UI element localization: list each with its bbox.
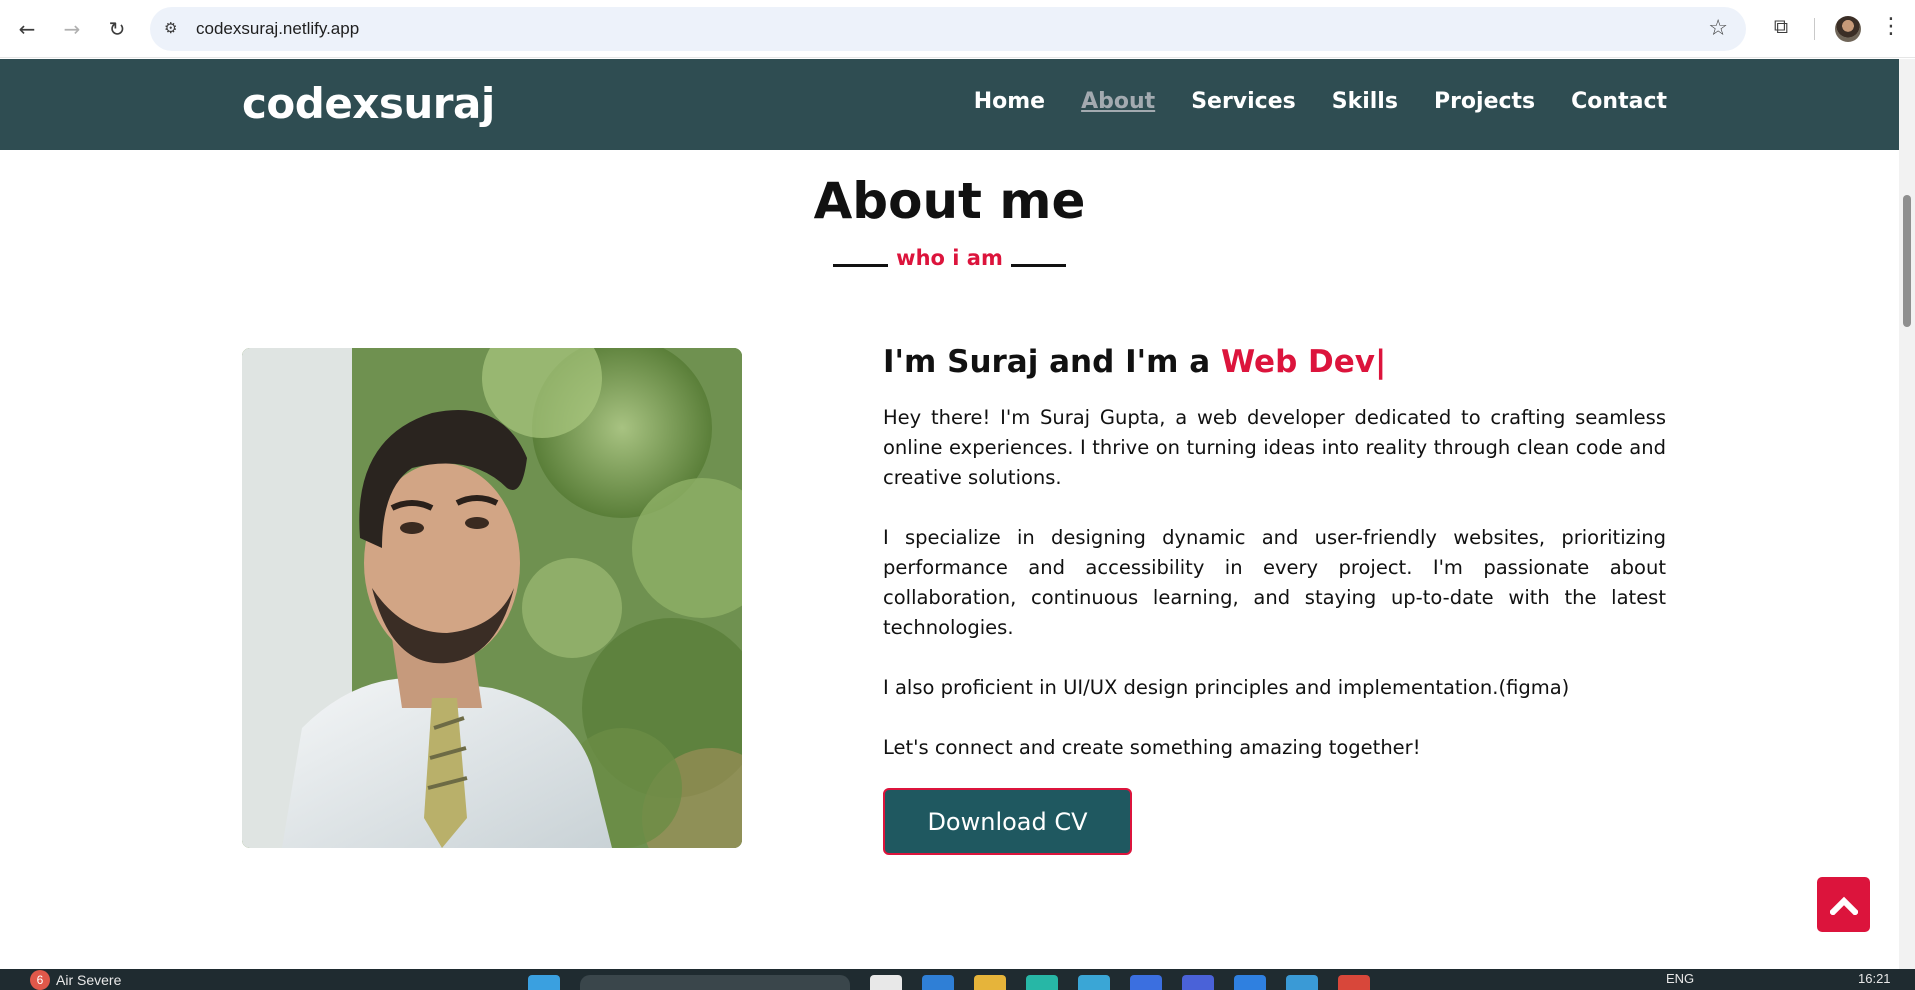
section-subtitle: who i am <box>0 246 1899 270</box>
taskbar-search[interactable] <box>580 975 850 990</box>
intro-heading: I'm Suraj and I'm a Web Dev| <box>883 344 1386 380</box>
extensions-icon[interactable]: ⧉ <box>1766 14 1796 44</box>
nav-projects[interactable]: Projects <box>1434 89 1535 114</box>
about-paragraph-3: I also proficient in UI/UX design princi… <box>883 676 1570 699</box>
profile-photo <box>242 348 742 848</box>
browser-toolbar: ← → ↻ ⚙ codexsuraj.netlify.app ☆ ⧉ ⋮ <box>0 0 1915 58</box>
section-title: About me <box>813 172 1086 230</box>
site-info-icon[interactable]: ⚙ <box>164 19 184 39</box>
language-indicator[interactable]: ENG <box>1666 971 1694 986</box>
about-paragraph-4: Let's connect and create something amazi… <box>883 736 1421 759</box>
scroll-to-top-button[interactable] <box>1817 877 1870 932</box>
address-bar[interactable]: ⚙ codexsuraj.netlify.app ☆ <box>150 7 1746 51</box>
more-menu-icon[interactable]: ⋮ <box>1880 14 1902 44</box>
taskbar-app-3[interactable] <box>974 975 1006 990</box>
nav-skills[interactable]: Skills <box>1332 89 1398 114</box>
chevron-up-icon <box>1829 896 1858 915</box>
weather-widget[interactable]: 6 Air Severe <box>30 970 121 990</box>
taskbar-app-9[interactable] <box>1286 975 1318 990</box>
taskbar-app-7[interactable] <box>1182 975 1214 990</box>
about-paragraph-2: I specialize in designing dynamic and us… <box>883 526 1666 639</box>
subtitle-text: who i am <box>896 246 1003 270</box>
intro-role: Web Dev <box>1220 344 1376 380</box>
os-taskbar: 6 Air Severe ENG 16:21 <box>0 969 1915 990</box>
weather-text: Air Severe <box>56 972 122 988</box>
nav-home[interactable]: Home <box>974 89 1045 114</box>
taskbar-clock[interactable]: 16:21 <box>1858 971 1891 986</box>
site-logo[interactable]: codexsuraj <box>242 79 495 128</box>
typing-caret: | <box>1375 344 1387 380</box>
taskbar-app-2[interactable] <box>922 975 954 990</box>
taskbar-app-1[interactable] <box>870 975 902 990</box>
back-icon[interactable]: ← <box>10 12 44 46</box>
taskbar-app-4[interactable] <box>1026 975 1058 990</box>
taskbar-app-5[interactable] <box>1078 975 1110 990</box>
taskbar-app-6[interactable] <box>1130 975 1162 990</box>
weather-badge: 6 <box>30 970 50 990</box>
intro-prefix: I'm Suraj and I'm a <box>883 344 1221 380</box>
site-header: codexsuraj Home About Services Skills Pr… <box>0 59 1899 150</box>
url-text[interactable]: codexsuraj.netlify.app <box>196 19 359 39</box>
page-scrollbar[interactable] <box>1899 59 1915 969</box>
subtitle-line-right <box>1010 263 1066 267</box>
about-paragraph-1: Hey there! I'm Suraj Gupta, a web develo… <box>883 406 1666 489</box>
profile-avatar[interactable] <box>1835 16 1861 42</box>
toolbar-divider <box>1814 18 1815 40</box>
reload-icon[interactable]: ↻ <box>100 12 134 46</box>
scrollbar-thumb[interactable] <box>1903 195 1911 327</box>
taskbar-app-chrome[interactable] <box>1338 975 1370 990</box>
download-cv-button[interactable]: Download CV <box>883 788 1132 855</box>
nav-contact[interactable]: Contact <box>1571 89 1667 114</box>
taskbar-app-8[interactable] <box>1234 975 1266 990</box>
main-nav: Home About Services Skills Projects Cont… <box>974 89 1667 114</box>
start-icon[interactable] <box>528 975 560 990</box>
nav-about[interactable]: About <box>1081 89 1155 114</box>
subtitle-line-left <box>833 263 889 267</box>
nav-services[interactable]: Services <box>1191 89 1296 114</box>
forward-icon[interactable]: → <box>55 12 89 46</box>
taskbar-apps <box>528 975 1370 990</box>
bookmark-star-icon[interactable]: ☆ <box>1708 16 1728 41</box>
